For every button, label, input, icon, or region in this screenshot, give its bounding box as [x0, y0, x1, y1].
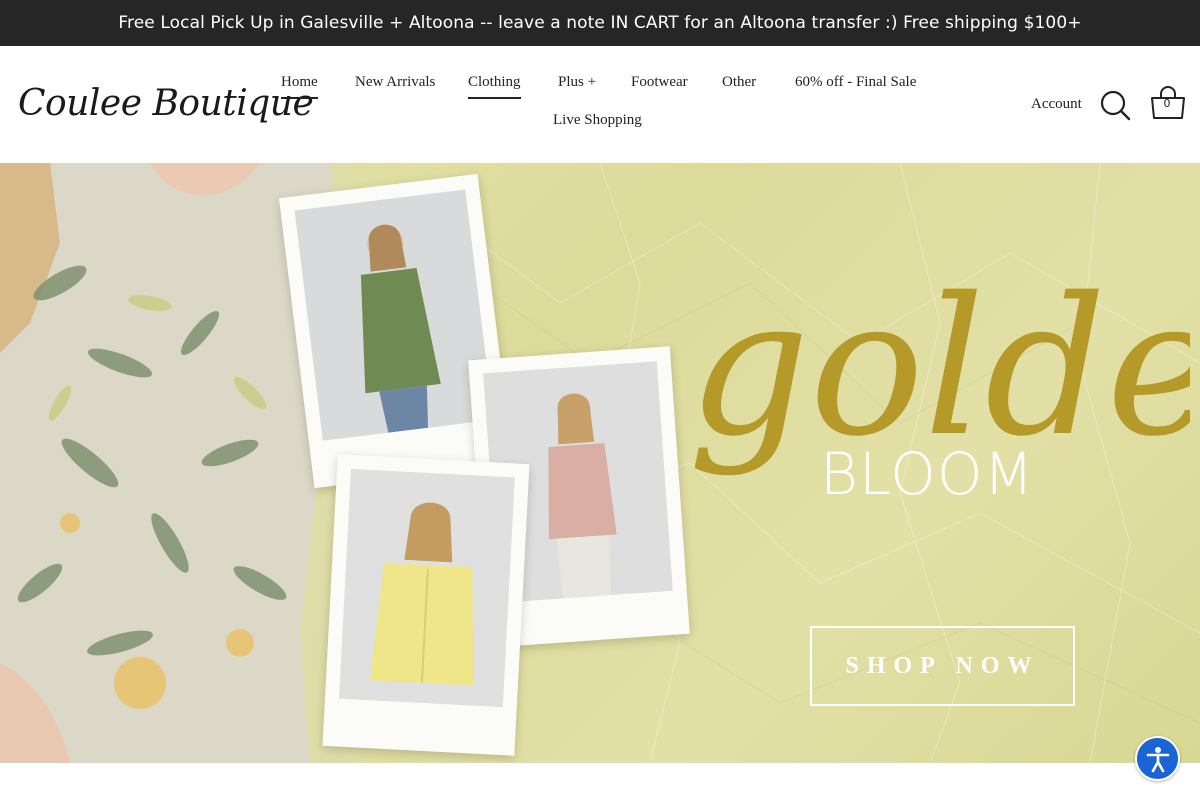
announcement-text: Free Local Pick Up in Galesville + Altoo… [118, 13, 1082, 33]
nav-live-shopping[interactable]: Live Shopping [553, 112, 642, 135]
nav-clothing[interactable]: Clothing [468, 74, 521, 99]
nav-other[interactable]: Other [722, 74, 756, 97]
hero-banner[interactable]: golden BLOOM SHOP NOW [0, 163, 1200, 763]
account-link[interactable]: Account [1031, 96, 1082, 113]
hero-headline: BLOOM [820, 440, 1035, 508]
accessibility-icon[interactable] [1135, 736, 1180, 781]
nav-plus[interactable]: Plus + [558, 74, 596, 97]
announcement-bar: Free Local Pick Up in Galesville + Altoo… [0, 0, 1200, 46]
polaroid-yellow-cardigan [322, 454, 530, 756]
search-icon[interactable] [1098, 88, 1132, 122]
shop-now-button[interactable]: SHOP NOW [810, 626, 1075, 706]
cart-count: 0 [1163, 97, 1171, 110]
nav-footwear[interactable]: Footwear [631, 74, 688, 97]
nav-home[interactable]: Home [281, 74, 318, 99]
site-logo[interactable]: Coulee Boutique [18, 72, 314, 136]
site-header: Coulee Boutique Home New Arrivals Clothi… [0, 46, 1200, 163]
nav-new-arrivals[interactable]: New Arrivals [355, 74, 435, 97]
nav-final-sale[interactable]: 60% off - Final Sale [795, 74, 916, 97]
cart-icon[interactable]: 0 [1149, 84, 1187, 124]
